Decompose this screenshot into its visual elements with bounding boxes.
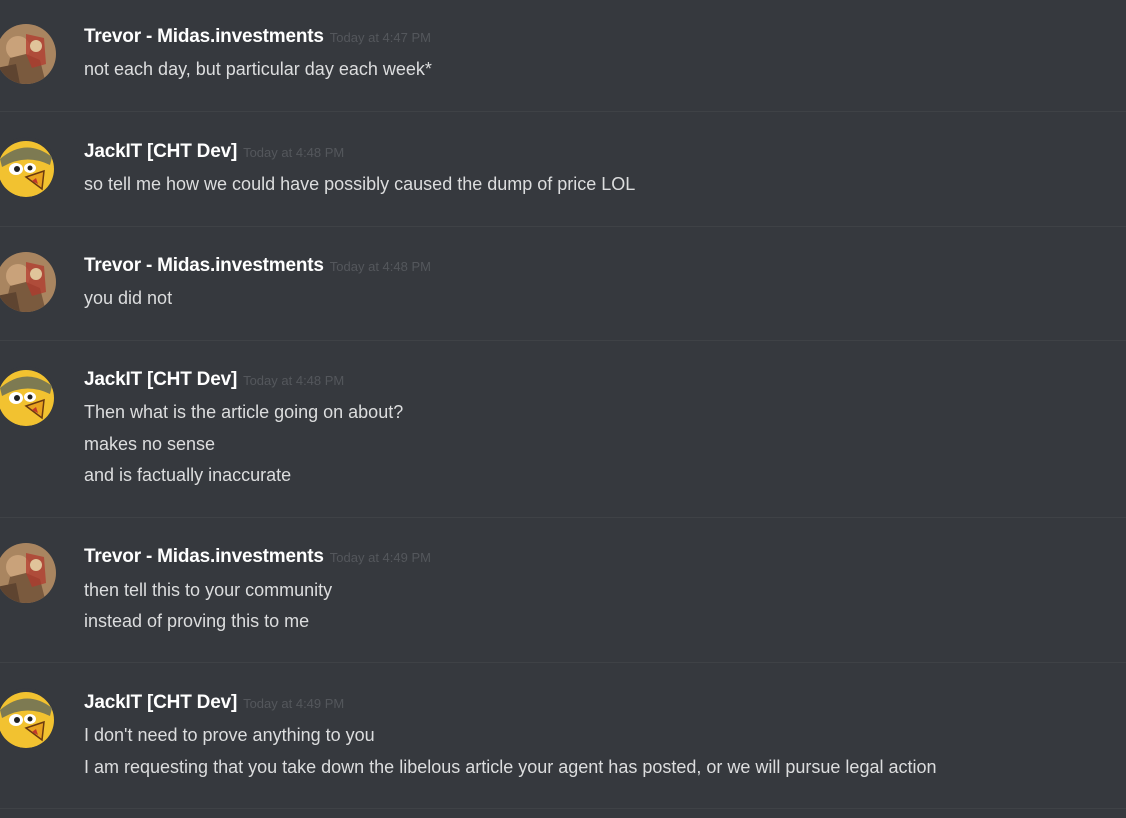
message-text: makes no sense (84, 434, 216, 454)
message-timestamp: Today at 4:48 PM (243, 145, 345, 160)
cartoon-dog-avatar-icon[interactable] (0, 688, 56, 748)
message-divider (0, 517, 1126, 518)
message-timestamp: Today at 4:49 PM (329, 550, 431, 565)
message-divider (0, 226, 1126, 227)
message-author[interactable]: JackIT [CHT Dev] (84, 692, 237, 713)
message-divider (0, 662, 1126, 663)
painting-avatar-icon[interactable] (0, 24, 56, 84)
message-text: so tell me how we could have possibly ca… (84, 174, 636, 194)
message-divider (0, 111, 1126, 112)
message-author[interactable]: JackIT [CHT Dev] (84, 141, 237, 162)
message-author[interactable]: JackIT [CHT Dev] (84, 369, 237, 390)
painting-avatar-icon[interactable] (0, 252, 56, 312)
message-text: I am requesting that you take down the l… (84, 757, 937, 777)
message-timestamp: Today at 4:48 PM (243, 373, 345, 388)
message-timestamp: Today at 4:47 PM (329, 30, 431, 45)
message-timestamp: Today at 4:48 PM (329, 259, 431, 274)
message-text: you did not (84, 288, 173, 308)
message-text: then tell this to your community (84, 580, 333, 600)
message-text: I don't need to prove anything to you (84, 725, 375, 745)
painting-avatar-icon[interactable] (0, 543, 56, 603)
message-timestamp: Today at 4:49 PM (243, 696, 345, 711)
message-author[interactable]: Trevor - Midas.investments (84, 26, 324, 47)
message-text: instead of proving this to me (84, 611, 310, 631)
message-author[interactable]: Trevor - Midas.investments (84, 546, 324, 567)
message-divider (0, 808, 1126, 809)
message-divider (0, 340, 1126, 341)
message-text: and is factually inaccurate (84, 465, 292, 485)
message-text: Then what is the article going on about? (84, 402, 404, 422)
cartoon-dog-avatar-icon[interactable] (0, 366, 56, 426)
message-author[interactable]: Trevor - Midas.investments (84, 255, 324, 276)
cartoon-dog-avatar-icon[interactable] (0, 137, 56, 197)
message-text: not each day, but particular day each we… (84, 59, 432, 79)
